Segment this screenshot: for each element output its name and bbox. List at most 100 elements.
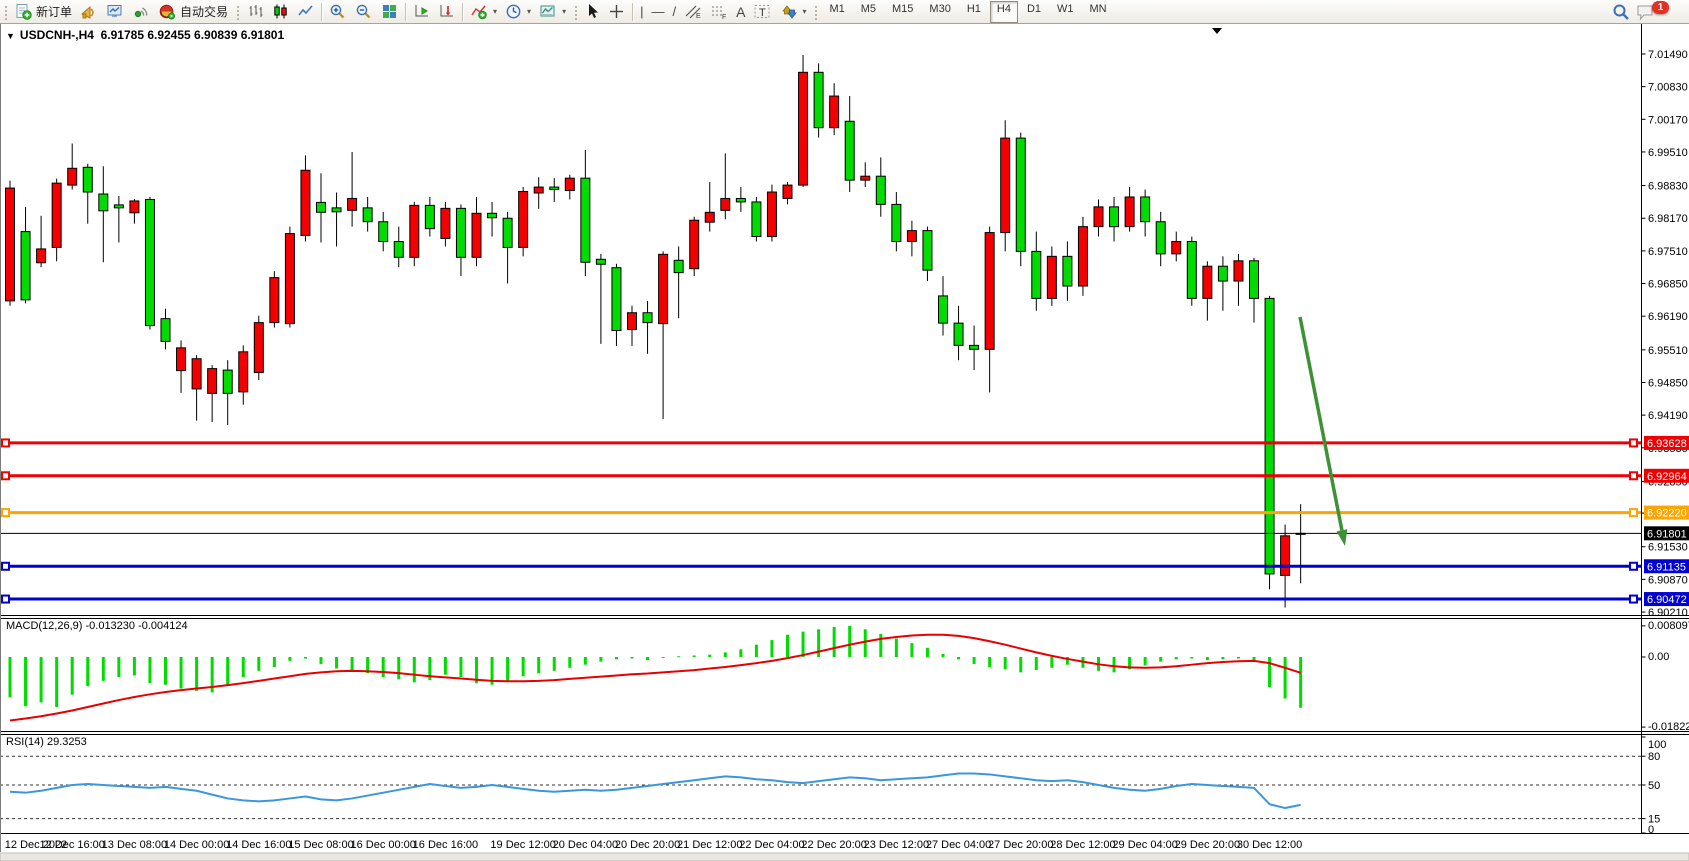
- text-tool-button[interactable]: A: [732, 1, 749, 23]
- templates-button[interactable]: ▾: [535, 1, 570, 23]
- candlestick-mode-button[interactable]: [268, 1, 293, 23]
- macd-histogram-bar: [1113, 657, 1116, 672]
- chart-area[interactable]: 7.014907.008307.001706.995106.988306.981…: [0, 0, 1689, 861]
- macd-indicator-label: MACD(12,26,9) -0.013230 -0.004124: [6, 620, 188, 632]
- signal-button[interactable]: [128, 1, 154, 23]
- auto-trading-button[interactable]: 自动交易: [154, 1, 232, 23]
- hline-handle[interactable]: [1630, 563, 1637, 570]
- macd-histogram-bar: [257, 657, 260, 671]
- time-tick-label: 20 Dec 04:00: [553, 839, 618, 851]
- macd-histogram-bar: [957, 657, 960, 659]
- tile-windows-button[interactable]: [377, 1, 402, 23]
- price-tick-label: 7.01490: [1648, 49, 1688, 61]
- hline-handle[interactable]: [1630, 509, 1637, 516]
- timeframe-button-w1[interactable]: W1: [1050, 1, 1081, 23]
- time-tick-label: 22 Dec 20:00: [801, 839, 866, 851]
- candle: [752, 197, 761, 242]
- timeframe-button-m15[interactable]: M15: [885, 1, 920, 23]
- timeframe-button-h4[interactable]: H4: [990, 1, 1018, 23]
- line-chart-mode-button[interactable]: [293, 1, 318, 23]
- horn-button[interactable]: [76, 1, 102, 23]
- candle: [285, 227, 294, 328]
- chevron-down-icon[interactable]: ▾: [493, 7, 497, 16]
- macd-histogram-bar: [708, 655, 711, 657]
- timeframe-button-mn[interactable]: MN: [1083, 1, 1114, 23]
- time-tick-label: 29 Dec 20:00: [1175, 839, 1240, 851]
- auto-scroll-button[interactable]: [409, 1, 434, 23]
- chart-shift-button[interactable]: [434, 1, 459, 23]
- periods-button[interactable]: ▾: [501, 1, 535, 23]
- trendline-tool-button[interactable]: /: [668, 1, 680, 23]
- cursor-tool-button[interactable]: [581, 1, 604, 23]
- new-order-button[interactable]: 新订单: [11, 1, 76, 23]
- chevron-down-icon[interactable]: ▾: [527, 7, 531, 16]
- hline-handle[interactable]: [2, 596, 9, 603]
- timeframe-button-d1[interactable]: D1: [1020, 1, 1048, 23]
- chevron-down-icon[interactable]: ▾: [562, 7, 566, 16]
- horn-icon: [80, 3, 98, 20]
- macd-histogram-bar: [195, 657, 198, 691]
- macd-histogram-bar: [1299, 657, 1302, 708]
- text-label-tool-button[interactable]: T: [749, 1, 776, 23]
- timeframe-button-m30[interactable]: M30: [922, 1, 957, 23]
- zoom-in-button[interactable]: [325, 1, 351, 23]
- macd-histogram-bar: [1253, 657, 1256, 660]
- macd-histogram-bar: [304, 657, 307, 659]
- toolbar-grip[interactable]: [813, 4, 818, 20]
- hline-handle[interactable]: [1630, 596, 1637, 603]
- chevron-down-icon[interactable]: ▾: [802, 7, 806, 16]
- candle: [1078, 217, 1087, 296]
- zoom-out-icon: [355, 3, 373, 20]
- macd-histogram-bar: [397, 657, 400, 679]
- fibonacci-tool-button[interactable]: F: [706, 1, 732, 23]
- auto-trading-icon: [158, 3, 176, 20]
- price-tick-label: 6.98830: [1648, 181, 1688, 193]
- candle: [254, 316, 263, 380]
- candle: [814, 63, 823, 137]
- macd-values: -0.013230 -0.004124: [85, 620, 187, 632]
- text-label-icon: T: [753, 3, 772, 20]
- hline-handle[interactable]: [1630, 472, 1637, 479]
- notification-badge[interactable]: 1: [1652, 1, 1669, 14]
- price-tick-label: 6.94850: [1648, 377, 1688, 389]
- toolbar-grip[interactable]: [235, 4, 240, 20]
- price-badge: 6.93628: [1644, 436, 1689, 450]
- time-tick-label: 14 Dec 16:00: [226, 839, 291, 851]
- vertical-line-tool-button[interactable]: |: [636, 1, 647, 23]
- indicators-button[interactable]: ▾: [466, 1, 501, 23]
- macd-histogram-bar: [770, 640, 773, 657]
- macd-histogram-bar: [1035, 657, 1038, 670]
- macd-histogram-bar: [180, 657, 183, 689]
- toolbar-grip[interactable]: [3, 4, 8, 20]
- channel-tool-button[interactable]: E: [680, 1, 706, 23]
- macd-histogram-bar: [506, 657, 509, 682]
- hline-handle[interactable]: [2, 509, 9, 516]
- crosshair-tool-button[interactable]: [604, 1, 629, 23]
- macd-histogram-bar: [320, 657, 323, 664]
- signal-icon: [132, 3, 150, 20]
- bar-chart-mode-button[interactable]: [243, 1, 268, 23]
- search-icon[interactable]: [1612, 3, 1630, 21]
- timeframe-button-m1[interactable]: M1: [822, 1, 851, 23]
- macd-histogram-bar: [335, 657, 338, 669]
- horizontal-line-tool-button[interactable]: —: [647, 1, 668, 23]
- hline-handle[interactable]: [2, 472, 9, 479]
- macd-histogram-bar: [288, 657, 291, 661]
- hline-handle[interactable]: [2, 439, 9, 446]
- zoom-out-button[interactable]: [351, 1, 377, 23]
- price-tick-label: 7.00830: [1648, 82, 1688, 94]
- toolbar-grip[interactable]: [573, 4, 578, 20]
- time-tick-label: 30 Dec 12:00: [1237, 839, 1302, 851]
- arrows-tool-button[interactable]: ▾: [776, 1, 810, 23]
- macd-histogram-bar: [1004, 657, 1007, 669]
- timeframe-button-h1[interactable]: H1: [960, 1, 988, 23]
- market-watch-button[interactable]: [102, 1, 128, 23]
- time-tick-label: 14 Dec 00:00: [164, 839, 229, 851]
- chart-dropdown-triangle-icon[interactable]: ▼: [6, 31, 15, 41]
- hline-handle[interactable]: [2, 563, 9, 570]
- svg-text:6.91135: 6.91135: [1647, 561, 1686, 573]
- timeframe-button-m5[interactable]: M5: [854, 1, 883, 23]
- time-axis[interactable]: 12 Dec 202212 Dec 16:0013 Dec 08:0014 De…: [5, 839, 1302, 851]
- svg-text:6.93628: 6.93628: [1647, 438, 1687, 450]
- hline-handle[interactable]: [1630, 439, 1637, 446]
